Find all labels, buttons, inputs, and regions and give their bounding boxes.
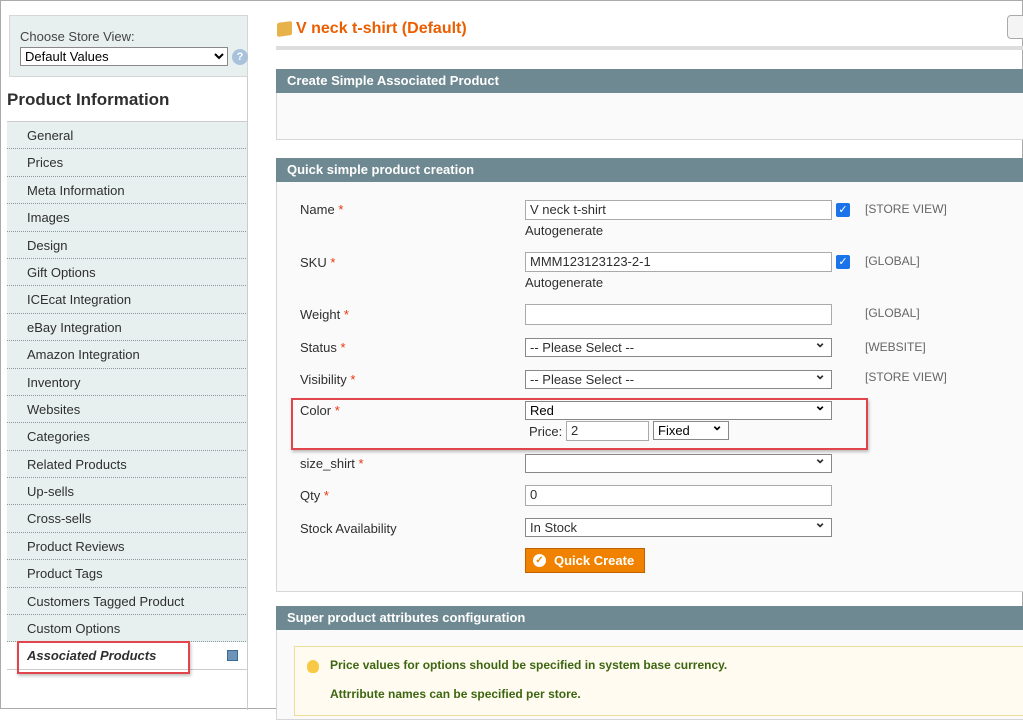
- sidebar-item-label: General: [27, 128, 74, 143]
- sidebar-item-label: Categories: [27, 429, 90, 445]
- product-tabs: General Prices Meta Information Images Desig…: [7, 121, 248, 670]
- sku-autogenerate-checkbox[interactable]: ✓: [836, 255, 850, 269]
- sidebar-item-label: Prices: [27, 155, 64, 171]
- sidebar-item-up-sells[interactable]: Up-sells: [7, 478, 248, 506]
- name-label: Name *: [300, 202, 344, 217]
- help-icon[interactable]: ?: [232, 49, 248, 65]
- sidebar-item-label: Meta Information: [27, 182, 125, 198]
- highlight-color: [291, 398, 868, 450]
- name-autogenerate-checkbox[interactable]: ✓: [836, 203, 850, 217]
- sidebar-item-label: Product Reviews: [27, 538, 125, 554]
- sidebar-item-label: eBay Integration: [27, 319, 122, 335]
- sidebar-item-prices[interactable]: Prices: [7, 149, 248, 177]
- sku-input[interactable]: MMM123123123-2-1: [525, 252, 832, 272]
- sidebar-item-inventory[interactable]: Inventory: [7, 368, 248, 396]
- panel-body-create: [276, 93, 1023, 140]
- sidebar-item-ebay-integration[interactable]: eBay Integration: [7, 313, 248, 342]
- sidebar-item-label: Gift Options: [27, 264, 96, 280]
- name-autogenerate-label: Autogenerate: [525, 223, 604, 238]
- sidebar-item-label: Up-sells: [27, 484, 74, 500]
- notice-line-2: Attrribute names can be specified per st…: [330, 687, 581, 701]
- save-icon: [227, 650, 238, 662]
- page-title: V neck t-shirt (Default): [296, 20, 467, 37]
- status-label: Status *: [300, 340, 346, 355]
- quick-create-button[interactable]: ✓ Quick Create: [525, 548, 645, 573]
- visibility-label: Visibility *: [300, 372, 356, 387]
- divider: [276, 46, 1023, 50]
- sidebar-item-related-products[interactable]: Related Products: [7, 450, 248, 479]
- sidebar-item-label: ICEcat Integration: [27, 292, 132, 308]
- qty-label: Qty *: [300, 488, 329, 503]
- notice-line-1: Price values for options should be speci…: [330, 658, 728, 672]
- status-select[interactable]: -- Please Select --: [525, 334, 832, 357]
- store-view-select[interactable]: Default Values: [20, 47, 228, 66]
- sidebar-item-label: Images: [27, 210, 70, 226]
- panel-header-super: Super product attributes configuration: [276, 606, 1023, 630]
- sidebar-item-custom-options[interactable]: Custom Options: [7, 615, 248, 643]
- size-select[interactable]: [525, 450, 832, 473]
- weight-input[interactable]: [525, 304, 832, 325]
- sidebar-item-product-tags[interactable]: Product Tags: [7, 560, 248, 588]
- sidebar-item-label: Related Products: [27, 456, 127, 472]
- name-scope: [STORE VIEW]: [865, 202, 947, 216]
- sidebar-item-gift-options[interactable]: Gift Options: [7, 258, 248, 287]
- divider: [247, 77, 248, 710]
- sidebar-title: Product Information: [7, 90, 170, 109]
- sidebar-item-label: Inventory: [27, 374, 81, 390]
- status-scope: [WEBSITE]: [865, 340, 926, 354]
- weight-scope: [GLOBAL]: [865, 306, 920, 320]
- visibility-scope: [STORE VIEW]: [865, 370, 947, 384]
- sidebar-item-images[interactable]: Images: [7, 204, 248, 232]
- lightbulb-icon: [307, 660, 319, 673]
- sidebar-item-label: Websites: [27, 401, 81, 417]
- name-input[interactable]: V neck t-shirt: [525, 200, 832, 220]
- sidebar-item-websites[interactable]: Websites: [7, 395, 248, 424]
- size-label: size_shirt *: [300, 456, 364, 471]
- sidebar-item-customers-tagged-product[interactable]: Customers Tagged Product: [7, 587, 248, 616]
- stock-select[interactable]: In Stock: [525, 514, 832, 537]
- sidebar-item-label: Customers Tagged Product: [27, 593, 185, 609]
- sidebar-item-cross-sells[interactable]: Cross-sells: [7, 505, 248, 533]
- sidebar-item-product-reviews[interactable]: Product Reviews: [7, 532, 248, 561]
- weight-label: Weight *: [300, 307, 349, 322]
- notice-box: [294, 646, 1023, 716]
- sidebar-item-design[interactable]: Design: [7, 231, 248, 259]
- sku-label: SKU *: [300, 255, 336, 270]
- top-button[interactable]: [1007, 15, 1023, 39]
- sidebar-item-label: Product Tags: [27, 566, 103, 582]
- sku-scope: [GLOBAL]: [865, 254, 920, 268]
- sidebar-item-amazon-integration[interactable]: Amazon Integration: [7, 341, 248, 369]
- stock-label: Stock Availability: [300, 521, 397, 536]
- store-view-switcher: Choose Store View: Default Values ?: [9, 15, 248, 77]
- sidebar-item-label: Design: [27, 237, 68, 253]
- panel-header-create: Create Simple Associated Product: [276, 69, 1023, 93]
- panel-header-quick: Quick simple product creation: [276, 158, 1023, 182]
- sidebar-item-general[interactable]: General: [7, 122, 248, 150]
- check-icon: ✓: [533, 554, 546, 567]
- sidebar-item-icecat-integration[interactable]: ICEcat Integration: [7, 286, 248, 314]
- sidebar-item-meta-information[interactable]: Meta Information: [7, 176, 248, 205]
- sidebar-item-label: Custom Options: [27, 621, 121, 637]
- highlight-associated-products: [17, 641, 190, 674]
- store-view-label: Choose Store View:: [20, 29, 135, 44]
- qty-input[interactable]: 0: [525, 485, 832, 506]
- sidebar-item-label: Cross-sells: [27, 511, 92, 527]
- visibility-select[interactable]: -- Please Select --: [525, 366, 832, 389]
- sidebar-item-categories[interactable]: Categories: [7, 423, 248, 451]
- sidebar-item-label: Amazon Integration: [27, 347, 140, 363]
- sku-autogenerate-label: Autogenerate: [525, 275, 604, 290]
